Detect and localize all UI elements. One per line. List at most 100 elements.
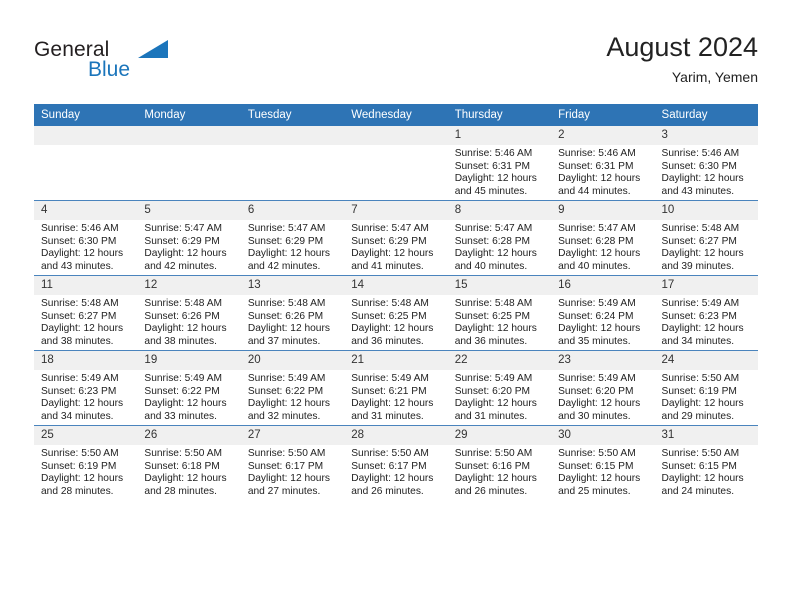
day-number — [344, 126, 448, 145]
weekday-header-row: Sunday Monday Tuesday Wednesday Thursday… — [34, 104, 758, 126]
daylight-text-line1: Daylight: 12 hours — [144, 398, 227, 410]
sunset-text: Sunset: 6:25 PM — [351, 310, 427, 322]
day-number: 23 — [551, 351, 655, 370]
sunset-text: Sunset: 6:17 PM — [247, 460, 324, 472]
daylight-text-line2: and 27 minutes. — [247, 485, 321, 497]
calendar-day-cell[interactable]: 15 Sunrise: 5:48 AM Sunset: 6:25 PM Dayligh… — [447, 275, 552, 351]
daylight-text-line1: Daylight: 12 hours — [247, 323, 330, 335]
calendar-day-cell[interactable]: 10 Sunrise: 5:48 AM Sunset: 6:27 PM Dayligh… — [654, 200, 758, 276]
calendar-day-cell[interactable]: 26 Sunrise: 5:50 AM Sunset: 6:18 PM Dayligh… — [137, 425, 241, 500]
calendar-day-cell[interactable]: 14 Sunrise: 5:48 AM Sunset: 6:25 PM Dayligh… — [344, 275, 448, 351]
daylight-text-line1: Daylight: 12 hours — [351, 248, 434, 260]
daylight-text-line2: and 42 minutes. — [144, 260, 217, 272]
general-blue-logo[interactable]: General Blue — [34, 38, 254, 90]
calendar-day-cell[interactable]: 23 Sunrise: 5:49 AM Sunset: 6:20 PM Dayligh… — [551, 350, 655, 426]
day-info: Sunrise: 5:49 AM Sunset: 6:23 PM Daylight:… — [34, 370, 137, 423]
daylight-text-line1: Daylight: 12 hours — [351, 323, 434, 335]
calendar-day-cell-empty — [34, 126, 138, 201]
calendar-day-cell[interactable]: 31 Sunrise: 5:50 AM Sunset: 6:15 PM Dayligh… — [654, 425, 758, 500]
day-number: 1 — [447, 126, 552, 145]
calendar-day-cell[interactable]: 24 Sunrise: 5:50 AM Sunset: 6:19 PM Dayligh… — [654, 350, 758, 426]
day-number: 7 — [344, 201, 448, 220]
day-number — [240, 126, 345, 145]
weekday-header-monday: Monday — [137, 104, 241, 126]
calendar-day-cell[interactable]: 11 Sunrise: 5:48 AM Sunset: 6:27 PM Dayligh… — [34, 275, 138, 351]
calendar-day-cell[interactable]: 3 Sunrise: 5:46 AM Sunset: 6:30 PM Daylight… — [654, 126, 758, 201]
daylight-text-line2: and 31 minutes. — [454, 410, 528, 422]
sunset-text: Sunset: 6:15 PM — [661, 460, 737, 472]
daylight-text-line2: and 33 minutes. — [144, 410, 217, 422]
sunrise-text: Sunrise: 5:46 AM — [661, 148, 740, 159]
calendar-day-cell[interactable]: 19 Sunrise: 5:49 AM Sunset: 6:22 PM Dayligh… — [137, 350, 241, 426]
sunset-text: Sunset: 6:26 PM — [247, 310, 324, 322]
sunrise-text: Sunrise: 5:48 AM — [41, 298, 119, 309]
calendar-table: Sunday Monday Tuesday Wednesday Thursday… — [34, 104, 758, 500]
day-number: 14 — [344, 276, 448, 295]
calendar-day-cell[interactable]: 1 Sunrise: 5:46 AM Sunset: 6:31 PM Daylight… — [447, 126, 552, 201]
calendar-day-cell[interactable]: 7 Sunrise: 5:47 AM Sunset: 6:29 PM Daylight… — [344, 200, 448, 276]
calendar-day-cell[interactable]: 29 Sunrise: 5:50 AM Sunset: 6:16 PM Dayligh… — [447, 425, 552, 500]
calendar-day-cell[interactable]: 12 Sunrise: 5:48 AM Sunset: 6:26 PM Dayligh… — [137, 275, 241, 351]
daylight-text-line1: Daylight: 12 hours — [247, 248, 330, 260]
weekday-header-tuesday: Tuesday — [240, 104, 345, 126]
calendar-day-cell[interactable]: 30 Sunrise: 5:50 AM Sunset: 6:15 PM Dayligh… — [551, 425, 655, 500]
daylight-text-line2: and 32 minutes. — [247, 410, 321, 422]
calendar-day-cell[interactable]: 27 Sunrise: 5:50 AM Sunset: 6:17 PM Dayligh… — [240, 425, 345, 500]
calendar-day-cell[interactable]: 28 Sunrise: 5:50 AM Sunset: 6:17 PM Dayligh… — [344, 425, 448, 500]
day-number: 8 — [447, 201, 552, 220]
sunrise-text: Sunrise: 5:46 AM — [454, 148, 533, 159]
daylight-text-line2: and 28 minutes. — [41, 485, 114, 497]
calendar-day-cell[interactable]: 9 Sunrise: 5:47 AM Sunset: 6:28 PM Daylight… — [551, 200, 655, 276]
calendar-day-cell[interactable]: 4 Sunrise: 5:46 AM Sunset: 6:30 PM Daylight… — [34, 200, 138, 276]
daylight-text-line1: Daylight: 12 hours — [558, 248, 641, 260]
sunrise-text: Sunrise: 5:48 AM — [144, 298, 223, 309]
sunset-text: Sunset: 6:24 PM — [558, 310, 634, 322]
calendar-day-cell[interactable]: 21 Sunrise: 5:49 AM Sunset: 6:21 PM Dayligh… — [344, 350, 448, 426]
daylight-text-line2: and 40 minutes. — [558, 260, 631, 272]
daylight-text-line2: and 43 minutes. — [661, 185, 735, 197]
calendar-day-cell[interactable]: 18 Sunrise: 5:49 AM Sunset: 6:23 PM Dayligh… — [34, 350, 138, 426]
calendar-day-cell[interactable]: 22 Sunrise: 5:49 AM Sunset: 6:20 PM Dayligh… — [447, 350, 552, 426]
sunset-text: Sunset: 6:19 PM — [41, 460, 117, 472]
day-number: 5 — [137, 201, 241, 220]
calendar-day-cell[interactable]: 13 Sunrise: 5:48 AM Sunset: 6:26 PM Dayligh… — [240, 275, 345, 351]
daylight-text-line2: and 42 minutes. — [247, 260, 321, 272]
daylight-text-line1: Daylight: 12 hours — [144, 473, 227, 485]
weekday-header-wednesday: Wednesday — [344, 104, 448, 126]
calendar-day-cell[interactable]: 16 Sunrise: 5:49 AM Sunset: 6:24 PM Dayligh… — [551, 275, 655, 351]
day-info: Sunrise: 5:49 AM Sunset: 6:21 PM Daylight:… — [344, 370, 447, 423]
daylight-text-line1: Daylight: 12 hours — [661, 248, 744, 260]
sunset-text: Sunset: 6:26 PM — [144, 310, 220, 322]
calendar-week-row: 18 Sunrise: 5:49 AM Sunset: 6:23 PM Dayligh… — [34, 350, 758, 426]
day-number: 10 — [654, 201, 758, 220]
calendar-day-cell[interactable]: 6 Sunrise: 5:47 AM Sunset: 6:29 PM Daylight… — [240, 200, 345, 276]
calendar-day-cell[interactable]: 8 Sunrise: 5:47 AM Sunset: 6:28 PM Daylight… — [447, 200, 552, 276]
day-info: Sunrise: 5:47 AM Sunset: 6:29 PM Daylight:… — [344, 220, 447, 273]
day-number: 4 — [34, 201, 138, 220]
day-info: Sunrise: 5:48 AM Sunset: 6:26 PM Daylight:… — [241, 295, 344, 348]
daylight-text-line1: Daylight: 12 hours — [558, 173, 641, 185]
calendar-day-cell[interactable]: 25 Sunrise: 5:50 AM Sunset: 6:19 PM Dayligh… — [34, 425, 138, 500]
day-info: Sunrise: 5:48 AM Sunset: 6:25 PM Daylight:… — [448, 295, 551, 348]
sunset-text: Sunset: 6:28 PM — [454, 235, 531, 247]
daylight-text-line1: Daylight: 12 hours — [454, 398, 537, 410]
day-info: Sunrise: 5:50 AM Sunset: 6:17 PM Daylight:… — [241, 445, 344, 498]
daylight-text-line2: and 34 minutes. — [661, 335, 735, 347]
calendar-day-cell[interactable]: 17 Sunrise: 5:49 AM Sunset: 6:23 PM Dayligh… — [654, 275, 758, 351]
daylight-text-line2: and 29 minutes. — [661, 410, 735, 422]
daylight-text-line2: and 37 minutes. — [247, 335, 321, 347]
day-number: 26 — [137, 426, 241, 445]
sunset-text: Sunset: 6:23 PM — [41, 385, 117, 397]
day-info: Sunrise: 5:47 AM Sunset: 6:28 PM Daylight:… — [448, 220, 551, 273]
day-number: 21 — [344, 351, 448, 370]
sunrise-text: Sunrise: 5:50 AM — [661, 448, 740, 459]
calendar-day-cell[interactable]: 5 Sunrise: 5:47 AM Sunset: 6:29 PM Daylight… — [137, 200, 241, 276]
sunrise-text: Sunrise: 5:47 AM — [351, 223, 429, 234]
calendar-day-cell[interactable]: 20 Sunrise: 5:49 AM Sunset: 6:22 PM Dayligh… — [240, 350, 345, 426]
daylight-text-line2: and 39 minutes. — [661, 260, 735, 272]
daylight-text-line2: and 31 minutes. — [351, 410, 424, 422]
day-number: 16 — [551, 276, 655, 295]
sunset-text: Sunset: 6:25 PM — [454, 310, 531, 322]
day-info: Sunrise: 5:49 AM Sunset: 6:23 PM Daylight:… — [655, 295, 758, 348]
calendar-day-cell[interactable]: 2 Sunrise: 5:46 AM Sunset: 6:31 PM Daylight… — [551, 126, 655, 201]
